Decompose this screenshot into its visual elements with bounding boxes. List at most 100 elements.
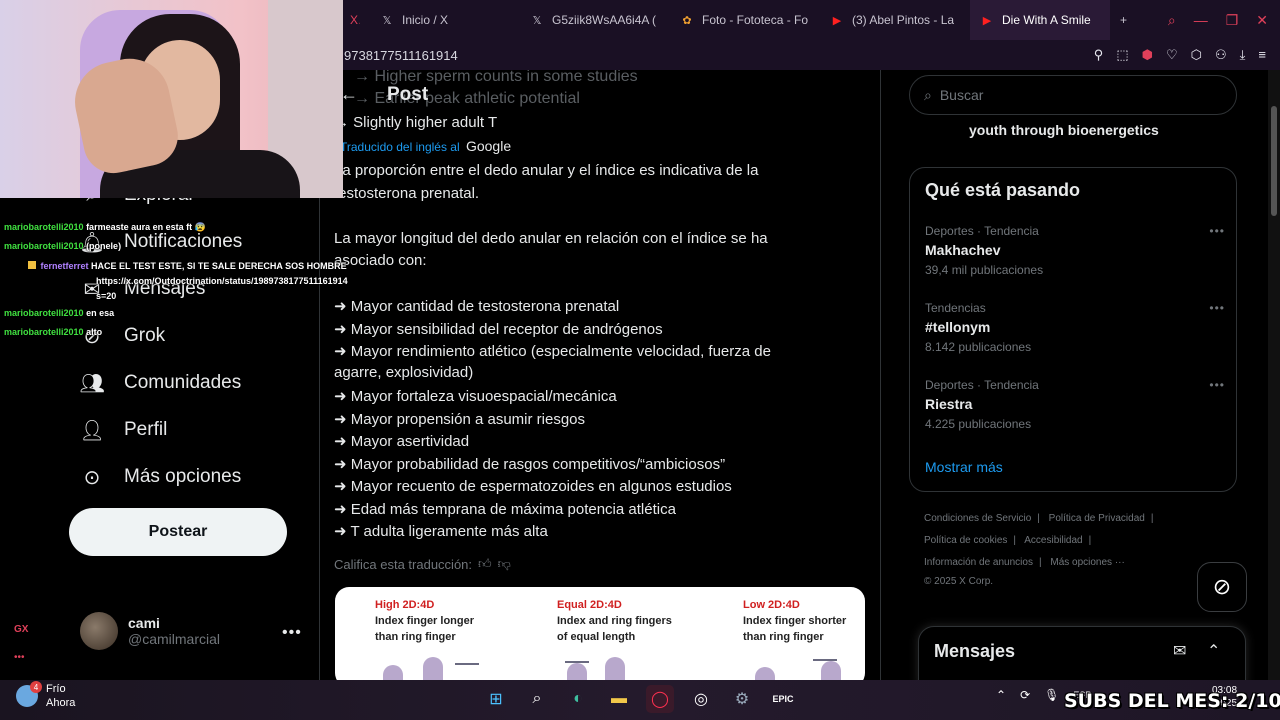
search-input[interactable]: ⌕ Buscar bbox=[909, 75, 1237, 115]
weather-sub: Ahora bbox=[46, 697, 76, 709]
translated-notice[interactable]: Traducido del inglés al Google bbox=[340, 138, 511, 154]
tab-label: X: bbox=[350, 13, 360, 27]
tab-abel-pintos[interactable]: ▶ (3) Abel Pintos - La bbox=[820, 0, 970, 40]
translated-label: Traducido del inglés al bbox=[340, 140, 460, 154]
tab-fototeca[interactable]: ✿ Foto - Fototeca - Fo bbox=[670, 0, 820, 40]
image-column-equal: Equal 2D:4D Index and ring fingers of eq… bbox=[557, 597, 727, 645]
thumbs-up-icon[interactable]: 👍︎ bbox=[478, 556, 492, 572]
shield-icon[interactable]: ⬢ bbox=[1142, 47, 1153, 63]
chevron-up-icon[interactable]: ⌃ bbox=[996, 688, 1006, 702]
previous-card-text[interactable]: youth through bioenergetics bbox=[969, 122, 1159, 138]
close-icon[interactable]: ✕ bbox=[1256, 12, 1268, 29]
youtube-icon: ▶ bbox=[982, 14, 992, 27]
tab-label: (3) Abel Pintos - La bbox=[852, 13, 955, 27]
post-button[interactable]: Postear bbox=[69, 508, 287, 556]
footer-link[interactable]: Más opciones ··· bbox=[1050, 557, 1124, 568]
epic-games-icon[interactable]: EPIC bbox=[769, 685, 797, 713]
tab-die-with-a-smile[interactable]: ▶ Die With A Smile bbox=[970, 0, 1110, 40]
scrollbar-thumb[interactable] bbox=[1271, 106, 1277, 216]
address-bar[interactable]: 9738177511161914 ⚲ ⬚ ⬢ ♡ ⬡ ⚇ ⤓ ≡ bbox=[340, 40, 1280, 70]
footer-link[interactable]: Información de anuncios bbox=[924, 557, 1033, 568]
post-text-line: La mayor longitud del dedo anular en rel… bbox=[334, 230, 768, 247]
weather-widget[interactable]: 4 Frío Ahora bbox=[16, 681, 76, 710]
post-header: → Higher sperm counts in some studies → … bbox=[320, 70, 880, 120]
search-tabs-icon[interactable]: ⌕ bbox=[1168, 12, 1176, 29]
nav-communities-label: Comunidades bbox=[124, 372, 242, 393]
chat-user: mariobarotelli2010 bbox=[4, 241, 84, 251]
address-text[interactable]: 9738177511161914 bbox=[344, 48, 458, 63]
length-marker bbox=[565, 661, 589, 663]
extensions-icon[interactable]: ⬡ bbox=[1191, 47, 1202, 63]
tab-image[interactable]: 𝕏 G5ziik8WsAA6i4A ( bbox=[520, 0, 670, 40]
trend-item[interactable]: Deportes · Tendencia Riestra 4.225 publi… bbox=[925, 378, 1225, 431]
trend-item[interactable]: Tendencias #tellonym 8.142 publicaciones… bbox=[925, 301, 1225, 354]
post-text-line: ➜ Mayor recuento de espermatozoides en a… bbox=[334, 478, 732, 495]
tab-inicio[interactable]: 𝕏 Inicio / X bbox=[370, 0, 520, 40]
settings-icon[interactable]: ⚙ bbox=[728, 685, 756, 713]
microphone-icon[interactable]: 🎙︎ bbox=[1044, 688, 1059, 702]
account-switcher[interactable]: cami @camilmarcial bbox=[80, 612, 220, 650]
snapshot-icon[interactable]: ⬚ bbox=[1116, 47, 1128, 63]
footer-link[interactable]: Política de cookies bbox=[924, 535, 1007, 546]
nav-communities[interactable]: 👥︎ Comunidades bbox=[79, 371, 242, 395]
edge-icon[interactable]: ◐ bbox=[564, 685, 592, 713]
image-column-high: High 2D:4D Index finger longer than ring… bbox=[375, 597, 545, 645]
chat-text: en esa bbox=[86, 308, 115, 318]
expand-icon[interactable]: ⌃ bbox=[1207, 641, 1220, 661]
finger-illustration bbox=[567, 663, 587, 680]
file-explorer-icon[interactable]: ▬ bbox=[605, 685, 633, 713]
page-scrollbar[interactable] bbox=[1268, 70, 1280, 680]
nav-more-options[interactable]: ⊙ Más opciones bbox=[80, 465, 242, 489]
grok-floating-button[interactable]: ⊘ bbox=[1197, 562, 1247, 612]
weather-label: Frío bbox=[46, 683, 66, 695]
image-column-heading: High 2D:4D bbox=[375, 599, 435, 611]
menu-icon[interactable]: ≡ bbox=[1258, 47, 1266, 63]
gx-menu-icon[interactable]: ••• bbox=[14, 652, 25, 663]
footer-row: Condiciones de Servicio | Política de Pri… bbox=[924, 513, 1154, 524]
search-icon: ⌕ bbox=[924, 86, 932, 103]
more-icon[interactable]: ••• bbox=[1209, 224, 1225, 238]
more-icon[interactable]: ••• bbox=[1209, 378, 1225, 392]
messages-title: Mensajes bbox=[934, 641, 1016, 661]
post-text-line: ➜ Mayor probabilidad de rasgos competiti… bbox=[334, 456, 726, 473]
trend-meta: Deportes · Tendencia bbox=[925, 378, 1039, 392]
trend-item[interactable]: Deportes · Tendencia Makhachev 39,4 mil … bbox=[925, 224, 1225, 277]
thumbs-down-icon[interactable]: 👎︎ bbox=[498, 556, 511, 572]
search-icon[interactable]: ⌕ bbox=[523, 685, 551, 713]
nav-profile[interactable]: 👤︎ Perfil bbox=[79, 418, 167, 442]
nav-notifications-label: Notificaciones bbox=[124, 231, 243, 252]
image-column-desc: Index finger shorter bbox=[743, 615, 847, 627]
footer-link[interactable]: Accesibilidad bbox=[1024, 535, 1082, 546]
app-icon[interactable]: ◎ bbox=[687, 685, 715, 713]
post-image[interactable]: High 2D:4D Index finger longer than ring… bbox=[335, 587, 865, 680]
account-more-icon[interactable]: ••• bbox=[282, 624, 302, 642]
rate-translation-label: Califica esta traducción: bbox=[334, 556, 473, 572]
pin-icon[interactable]: ⚲ bbox=[1094, 47, 1104, 63]
account-name: cami bbox=[128, 615, 160, 631]
messages-drawer[interactable]: Mensajes ✉ ⌃ bbox=[918, 626, 1246, 680]
heart-icon[interactable]: ♡ bbox=[1166, 47, 1178, 63]
sync-icon[interactable]: ⟳ bbox=[1020, 688, 1030, 702]
account-icon[interactable]: ⚇ bbox=[1215, 47, 1227, 63]
chat-user: mariobarotelli2010 bbox=[4, 222, 84, 232]
minimize-icon[interactable]: — bbox=[1194, 12, 1208, 29]
show-more-link[interactable]: Mostrar más bbox=[925, 459, 1003, 475]
screen: ⌕ Explorar 🔔︎ Notificaciones ✉ Mensajes … bbox=[0, 0, 1280, 720]
maximize-icon[interactable]: ❐ bbox=[1226, 12, 1239, 29]
footer-link[interactable]: Política de Privacidad bbox=[1049, 513, 1145, 524]
chat-message-continued: https://x.com/Outdoctrination/status/198… bbox=[96, 276, 348, 286]
tab-x-pinned[interactable]: X: bbox=[340, 0, 370, 40]
new-message-icon[interactable]: ✉ bbox=[1173, 641, 1186, 661]
new-tab-button[interactable]: + bbox=[1110, 0, 1140, 40]
download-icon[interactable]: ⤓ bbox=[1240, 47, 1246, 63]
windows-start-icon[interactable]: ⊞ bbox=[482, 685, 510, 713]
length-marker bbox=[813, 659, 837, 661]
more-icon[interactable]: ••• bbox=[1209, 301, 1225, 315]
browser-tab-bar: X: 𝕏 Inicio / X 𝕏 G5ziik8WsAA6i4A ( ✿ Fo… bbox=[340, 0, 1280, 40]
opera-gx-icon[interactable]: ◯ bbox=[646, 685, 674, 713]
post-text-line: ➜ Mayor sensibilidad del receptor de and… bbox=[334, 321, 663, 338]
post-text-line: ➜ Mayor fortaleza visuoespacial/mecánica bbox=[334, 388, 617, 405]
communities-icon: 👥︎ bbox=[79, 372, 105, 395]
chat-message-continued: s=20 bbox=[96, 291, 116, 301]
footer-link[interactable]: Condiciones de Servicio bbox=[924, 513, 1031, 524]
